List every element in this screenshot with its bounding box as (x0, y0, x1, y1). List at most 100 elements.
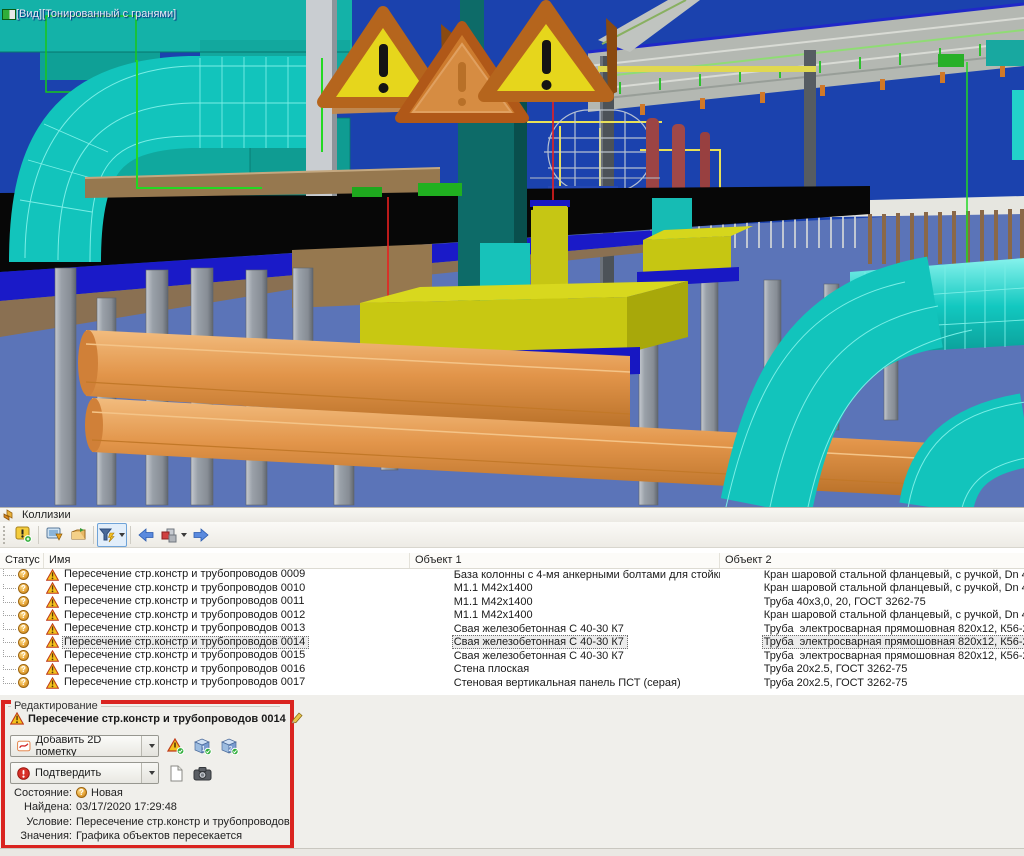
property-row: Найдена: ? 03/17/2020 17:29:48 (6, 802, 290, 813)
property-label: Условие: (6, 816, 72, 828)
name-cell: Пересечение стр.констр и трубопроводов 0… (44, 568, 410, 581)
clash-toolbar (0, 522, 1024, 548)
status-new-icon: ? (18, 664, 29, 675)
property-row: Состояние: ? Новая (6, 787, 290, 798)
3d-scene (0, 0, 1024, 507)
report-button[interactable] (66, 523, 90, 547)
new-viewpoint-button[interactable] (165, 763, 186, 783)
clash-name: Пересечение стр.констр и трубопроводов 0… (62, 582, 309, 595)
clash-name: Пересечение стр.констр и трубопроводов 0… (62, 568, 309, 581)
status-cell: ? (0, 596, 44, 607)
clash-properties: Состояние: ? Новая Найдена: ? 03/17/2020… (6, 787, 290, 842)
filter-dropdown-caret[interactable] (119, 533, 125, 537)
clash-name: Пересечение стр.констр и трубопроводов 0… (62, 622, 309, 635)
clash-warning-icon (46, 596, 59, 608)
name-cell: Пересечение стр.констр и трубопроводов 0… (44, 663, 410, 676)
2d-markup-icon (17, 740, 31, 752)
snapshot-camera-button[interactable] (192, 763, 213, 783)
property-row: Условие: ? Пересечение стр.констр и труб… (6, 816, 290, 827)
next-clash-button[interactable] (189, 523, 213, 547)
edit-panel: Редактирование Пересечение стр.констр и … (0, 695, 1024, 848)
property-value: 03/17/2020 17:29:48 (76, 801, 177, 813)
markup-button-row: Добавить 2D пометку 1 (10, 735, 240, 757)
filter-clashes-button[interactable] (97, 523, 127, 547)
object1-value: Стеновая вертикальная панель ПСТ (серая) (452, 676, 685, 690)
status-cell: ? (0, 677, 44, 688)
header-name[interactable]: Имя (44, 553, 410, 568)
add-2d-markup-button[interactable]: Добавить 2D пометку (10, 735, 159, 757)
clash-warning-icon (46, 650, 59, 662)
name-cell: Пересечение стр.констр и трубопроводов 0… (44, 609, 410, 622)
steel-column (804, 50, 816, 202)
name-cell: Пересечение стр.констр и трубопроводов 0… (44, 595, 410, 608)
clash-table: Статус Имя Объект 1 Объект 2 ? (0, 547, 1024, 696)
toolbar-separator (130, 526, 131, 544)
add-2d-markup-label: Добавить 2D пометку (36, 735, 135, 757)
clash-warning-icon (46, 677, 59, 689)
clash-warning-icon (46, 623, 59, 635)
status-cell: ? (0, 610, 44, 621)
table-row[interactable]: ? Пересечение стр.констр и трубопроводов… (0, 676, 1024, 690)
approve-dropdown[interactable] (141, 763, 158, 783)
view-flag-icon (2, 9, 16, 20)
name-cell: Пересечение стр.констр и трубопроводов 0… (44, 636, 410, 649)
select-object1-cube-button[interactable]: 1 (192, 736, 213, 756)
name-cell: Пересечение стр.констр и трубопроводов 0… (44, 649, 410, 662)
clash-warning-icon (46, 663, 59, 675)
header-status[interactable]: Статус (0, 553, 44, 568)
status-new-icon: ? (18, 650, 29, 661)
toolbar-separator (38, 526, 39, 544)
clash-name: Пересечение стр.констр и трубопроводов 0… (62, 636, 309, 649)
status-cell: ? (0, 637, 44, 648)
tree-branch (3, 569, 16, 576)
status-new-icon: ? (18, 610, 29, 621)
property-row: Значения: ? Графика объектов пересекаетс… (6, 831, 290, 842)
approve-status-icon (17, 767, 30, 780)
toolbar-separator (93, 526, 94, 544)
previous-clash-button[interactable] (134, 523, 158, 547)
property-value: Пересечение стр.констр и трубопроводов (76, 816, 290, 828)
clash-list: ? Пересечение стр.констр и трубопроводов… (0, 568, 1024, 690)
clash-warning-icon (46, 609, 59, 621)
3d-viewport[interactable]: [Вид][Тонированный с гранями] (0, 0, 1024, 507)
status-new-icon: ? (18, 637, 29, 648)
name-cell: Пересечение стр.констр и трубопроводов 0… (44, 582, 410, 595)
rename-pencil-icon[interactable] (290, 712, 303, 725)
approve-button[interactable]: Подтвердить (10, 762, 159, 784)
tree-branch (3, 623, 16, 630)
tree-branch (3, 664, 16, 671)
compact-view-button[interactable] (42, 523, 66, 547)
status-bar (0, 848, 1024, 856)
clash-warning-icon (46, 636, 59, 648)
clash-panel-icon (3, 509, 16, 521)
status-new-icon: ? (18, 623, 29, 634)
status-cell: ? (0, 569, 44, 580)
highlight-cube-button[interactable] (158, 523, 189, 547)
property-value: Новая (91, 787, 123, 799)
clash-warning-icon (46, 582, 59, 594)
approve-clash-icon-button[interactable] (165, 736, 186, 756)
clash-warning-icon (10, 712, 24, 725)
property-label: Значения: (6, 830, 72, 842)
select-object2-cube-button[interactable]: 2 (219, 736, 240, 756)
tree-branch (3, 637, 16, 644)
property-value: Графика объектов пересекается (76, 830, 242, 842)
tree-branch (3, 650, 16, 657)
status-new-icon: ? (76, 787, 87, 798)
navisworks-window: [Вид][Тонированный с гранями] Коллизии (0, 0, 1024, 856)
tree-branch (3, 583, 16, 590)
tree-branch (3, 610, 16, 617)
cube-dropdown-caret[interactable] (181, 533, 187, 537)
clash-name: Пересечение стр.констр и трубопроводов 0… (62, 676, 309, 689)
viewport-mode-label: [Вид][Тонированный с гранями] (16, 8, 176, 20)
clash-panel-titlebar[interactable]: Коллизии (0, 507, 1024, 522)
status-cell: ? (0, 583, 44, 594)
markup-dropdown[interactable] (141, 736, 158, 756)
new-clash-test-button[interactable] (11, 523, 35, 547)
tree-branch (3, 677, 16, 684)
name-cell: Пересечение стр.констр и трубопроводов 0… (44, 622, 410, 635)
toolbar-grip[interactable] (3, 526, 8, 544)
selected-clash-title: Пересечение стр.констр и трубопроводов 0… (28, 713, 286, 725)
group-label: Редактирование (11, 700, 101, 712)
tree-branch (3, 596, 16, 603)
